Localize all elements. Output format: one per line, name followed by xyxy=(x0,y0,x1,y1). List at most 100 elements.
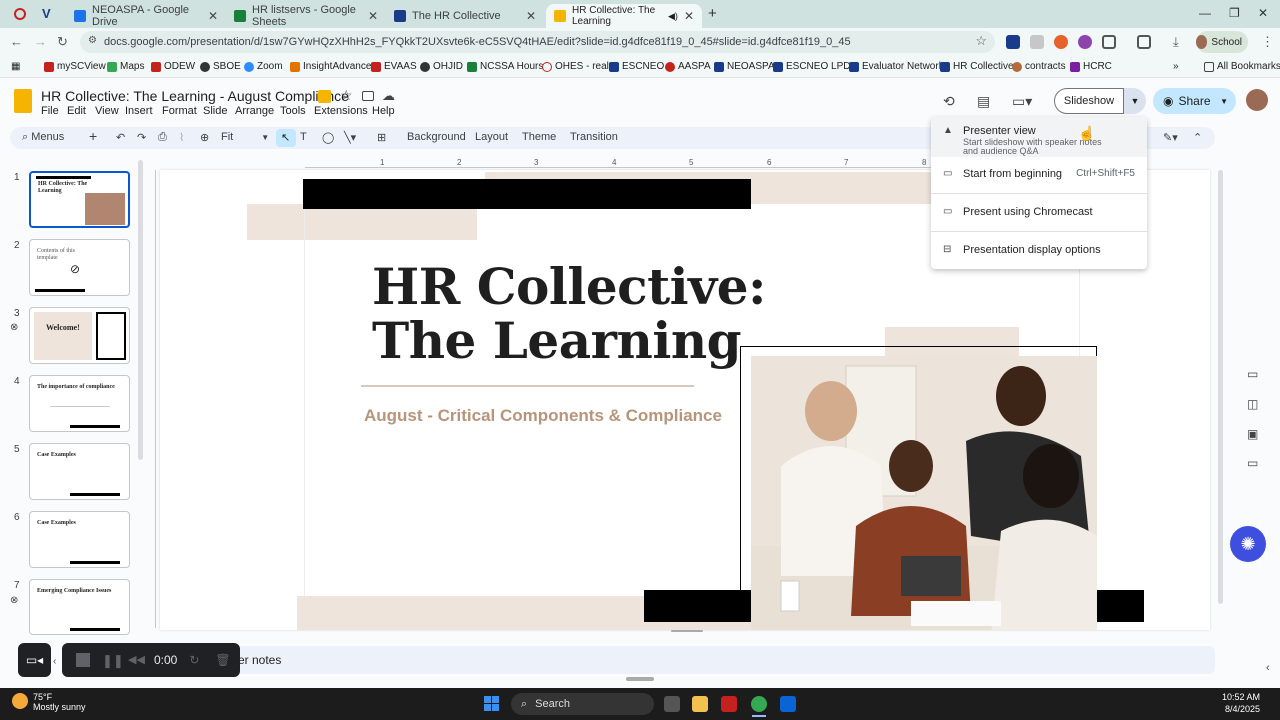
restart-icon[interactable]: ↻ xyxy=(189,653,203,667)
slide-thumbnail-7[interactable]: Emerging Compliance Issues xyxy=(29,579,130,635)
canvas-scrollbar[interactable] xyxy=(1218,170,1223,604)
zoom-icon[interactable]: ⊕ xyxy=(200,131,209,144)
new-slide-icon[interactable]: + xyxy=(89,128,97,144)
layout-button[interactable]: Layout xyxy=(475,131,508,143)
rewind-icon[interactable]: ◀◀ xyxy=(128,653,145,667)
chrome-icon[interactable] xyxy=(751,696,767,712)
bookmark-escneo-lpdc[interactable]: ESCNEO LPDC xyxy=(773,61,858,72)
outlook-icon[interactable] xyxy=(780,696,796,712)
line-icon[interactable]: ╲▾ xyxy=(344,131,356,144)
maximize-button[interactable]: ❐ xyxy=(1229,6,1240,20)
new-tab-button[interactable]: + xyxy=(708,5,717,22)
slide-thumbnail-5[interactable]: Case Examples xyxy=(29,443,130,500)
bookmark-zoom[interactable]: Zoom xyxy=(244,61,283,72)
taskbar-search[interactable]: ⌕ Search xyxy=(511,693,654,715)
comments-icon[interactable]: ▤ xyxy=(977,93,990,110)
url-input[interactable]: ⚙ docs.google.com/presentation/d/1sw7GYw… xyxy=(80,31,995,53)
slides-logo-icon[interactable] xyxy=(14,89,32,113)
bookmark-sboe[interactable]: SBOE xyxy=(200,61,241,72)
minimize-button[interactable]: — xyxy=(1199,6,1211,20)
shape-icon[interactable]: ◯ xyxy=(322,131,334,144)
slide-title[interactable]: HR Collective: The Learning xyxy=(372,260,767,368)
theme-button[interactable]: Theme xyxy=(522,131,556,143)
menu-item-display-options[interactable]: ⊟ Presentation display options xyxy=(931,244,1147,256)
meet-camera-icon[interactable]: ▭▾ xyxy=(1012,93,1032,110)
menu-edit[interactable]: Edit xyxy=(67,105,86,117)
recorder-camera-button[interactable]: ▭◂ xyxy=(18,643,51,677)
bookmark-aaspa[interactable]: AASPA xyxy=(665,61,711,72)
file-explorer-icon[interactable] xyxy=(692,696,708,712)
reload-icon[interactable]: ↻ xyxy=(57,34,68,50)
window-close-button[interactable]: ✕ xyxy=(1258,6,1268,20)
browser-menu-icon[interactable]: ⋮ xyxy=(1261,34,1274,50)
move-folder-icon[interactable] xyxy=(362,91,374,101)
slide-subtitle[interactable]: August - Critical Components & Complianc… xyxy=(364,406,722,426)
tab-search-icon[interactable] xyxy=(1137,35,1151,49)
download-icon[interactable]: ⤓ xyxy=(1173,34,1179,50)
menu-arrange[interactable]: Arrange xyxy=(235,105,274,117)
audio-icon[interactable]: ◀) xyxy=(668,11,678,22)
apps-grid-icon[interactable]: ▦ xyxy=(11,61,20,72)
menu-view[interactable]: View xyxy=(95,105,119,117)
delete-icon[interactable]: 🗑 xyxy=(215,653,230,667)
template-badge-icon[interactable] xyxy=(318,90,331,103)
bookmark-hcrc[interactable]: HCRC xyxy=(1070,61,1112,72)
comment-add-icon[interactable]: ⊞ xyxy=(377,131,386,144)
all-bookmarks-button[interactable]: All Bookmarks xyxy=(1204,61,1280,72)
task-view-icon[interactable] xyxy=(664,696,680,712)
close-icon[interactable]: ✕ xyxy=(368,9,378,23)
menu-item-chromecast[interactable]: ▭ Present using Chromecast xyxy=(931,206,1147,218)
system-clock[interactable]: 10:52 AM 8/4/2025 xyxy=(1222,692,1260,715)
menu-item-start-from-beginning[interactable]: ▭ Start from beginning Ctrl+Shift+F5 xyxy=(931,168,1147,180)
bookmark-odew[interactable]: ODEW xyxy=(151,61,195,72)
bookmark-hr-collective[interactable]: HR Collective xyxy=(940,61,1014,72)
document-title[interactable]: HR Collective: The Learning - August Com… xyxy=(41,88,349,104)
menu-file[interactable]: File xyxy=(41,105,59,117)
bookmark-ncssa-hours[interactable]: NCSSA Hours xyxy=(467,61,543,72)
zoom-select[interactable]: Fit ▼ xyxy=(221,131,269,143)
close-icon[interactable]: ✕ xyxy=(208,9,218,23)
collapse-menus-icon[interactable]: ⌃ xyxy=(1193,131,1202,144)
close-icon[interactable]: ✕ xyxy=(684,9,694,23)
snipping-tool-icon[interactable] xyxy=(721,696,737,712)
site-info-icon[interactable]: ⚙ xyxy=(88,35,97,46)
slide-thumbnail-1[interactable]: HR Collective: The Learning xyxy=(29,171,130,228)
scroll-handle[interactable] xyxy=(626,677,654,681)
more-bookmarks-icon[interactable]: » xyxy=(1173,61,1179,72)
share-button[interactable]: ◉ Share ▼ xyxy=(1153,88,1236,114)
weather-widget[interactable]: 75°F Mostly sunny xyxy=(33,692,86,713)
background-button[interactable]: Background xyxy=(407,131,466,143)
star-icon[interactable]: ☆ xyxy=(340,87,353,104)
forward-icon[interactable]: → xyxy=(34,34,47,49)
bookmark-evaas[interactable]: EVAAS xyxy=(371,61,417,72)
extension-purple-icon[interactable] xyxy=(1078,35,1092,49)
paint-format-icon[interactable]: ⌇ xyxy=(179,131,184,144)
print-icon[interactable]: ⎙ xyxy=(158,131,167,144)
bookmark-insightadvance[interactable]: InsightAdvance xyxy=(290,61,371,72)
menu-tools[interactable]: Tools xyxy=(280,105,306,117)
recorder-collapse-icon[interactable]: ‹ xyxy=(53,656,56,667)
extensions-puzzle-icon[interactable] xyxy=(1102,35,1116,49)
back-icon[interactable]: ← xyxy=(10,34,23,49)
pen-tool-icon[interactable]: ✎▾ xyxy=(1163,131,1178,144)
redo-icon[interactable]: ↷ xyxy=(137,131,146,144)
slide-thumbnail-2[interactable]: Contents of this template ⊘ xyxy=(29,239,130,296)
avatar[interactable] xyxy=(1246,89,1268,111)
undo-icon[interactable]: ↶ xyxy=(116,131,125,144)
bookmark-neoaspa[interactable]: NEOASPA xyxy=(714,61,775,72)
menu-format[interactable]: Format xyxy=(162,105,197,117)
menu-item-presenter-view[interactable]: ▲ Presenter view Start slideshow with sp… xyxy=(931,117,1147,157)
windows-start-button[interactable] xyxy=(484,696,500,712)
tab-the-hr-collective[interactable]: The HR Collective ✕ xyxy=(386,4,544,28)
speaker-notes-area[interactable] xyxy=(160,646,1215,674)
image-icon[interactable]: ▣ xyxy=(1247,427,1258,441)
extension-grid-icon[interactable] xyxy=(1030,35,1044,49)
menu-slide[interactable]: Slide xyxy=(203,105,227,117)
side-panel-toggle-icon[interactable]: ‹ xyxy=(1266,662,1270,674)
v-extension-icon[interactable]: V xyxy=(42,6,51,21)
bookmark-star-icon[interactable]: ☆ xyxy=(975,33,987,49)
search-menus-button[interactable]: ⌕ Menus xyxy=(22,131,64,144)
extension-v-icon[interactable] xyxy=(1006,35,1020,49)
transition-button[interactable]: Transition xyxy=(570,131,618,143)
bookmark-contracts[interactable]: contracts xyxy=(1012,61,1066,72)
